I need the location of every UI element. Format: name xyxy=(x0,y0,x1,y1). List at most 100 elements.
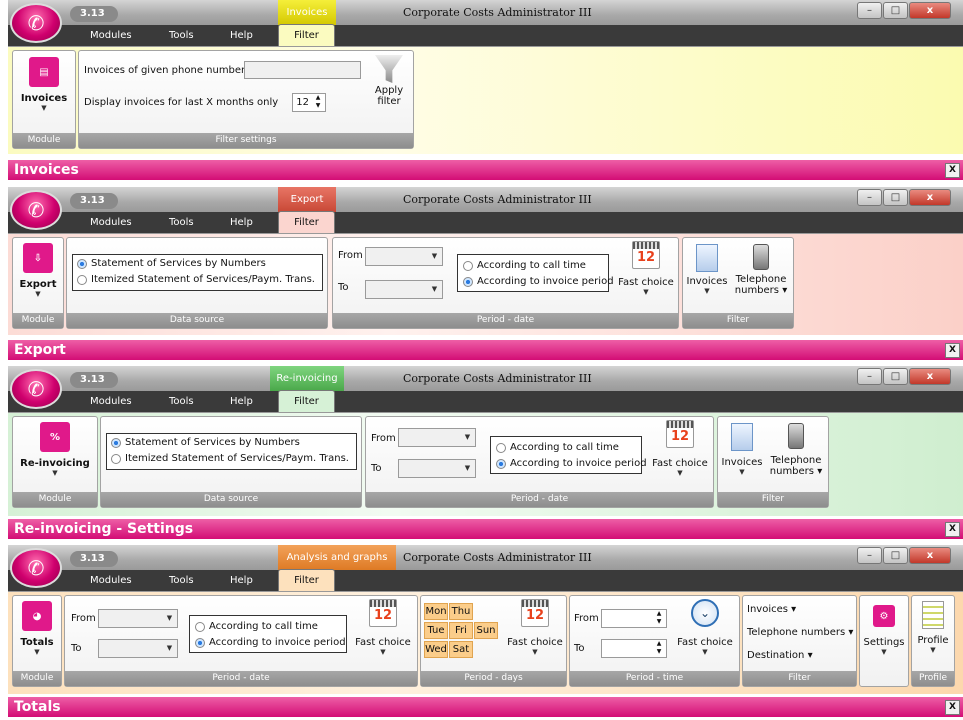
maximize-button[interactable]: □ xyxy=(883,189,908,206)
telephone-numbers-filter-button[interactable]: Telephone numbers ▾ xyxy=(766,423,826,477)
days-fast-choice-button[interactable]: 12 Fast choice ▼ xyxy=(505,599,565,657)
menu-help[interactable]: Help xyxy=(230,25,253,46)
minimize-button[interactable]: – xyxy=(857,368,882,385)
context-tab-invoices[interactable]: Invoices xyxy=(278,0,336,25)
module-group: ▤ Invoices ▼ Module xyxy=(12,50,76,149)
invoices-module-button[interactable]: ▤ Invoices ▼ xyxy=(15,57,73,113)
apply-filter-button[interactable]: Apply filter xyxy=(369,55,409,107)
app-orb-phone-icon[interactable]: ✆ xyxy=(10,190,62,230)
itemized-statement-radio[interactable]: Itemized Statement of Services/Paym. Tra… xyxy=(111,453,349,464)
menu-tools[interactable]: Tools xyxy=(169,212,194,233)
close-module-button[interactable]: X xyxy=(945,522,960,537)
chevron-down-icon: ▼ xyxy=(881,648,887,656)
module-group-label: Module xyxy=(13,492,97,507)
to-date-combo[interactable]: ▼ xyxy=(365,280,443,299)
menu-tools[interactable]: Tools xyxy=(169,391,194,412)
context-tab-reinvoicing[interactable]: Re-invoicing xyxy=(270,366,344,391)
profile-group-label: Profile xyxy=(912,671,954,686)
day-tue-toggle[interactable]: Tue xyxy=(424,622,448,639)
fast-choice-button[interactable]: 12 Fast choice ▼ xyxy=(617,241,675,297)
totals-window: Analysis and graphs Corporate Costs Admi… xyxy=(8,545,963,720)
menu-modules[interactable]: Modules xyxy=(90,25,132,46)
app-orb-phone-icon[interactable]: ✆ xyxy=(10,3,62,43)
app-orb-phone-icon[interactable]: ✆ xyxy=(10,369,62,409)
from-time-stepper[interactable]: ▲ ▼ xyxy=(601,609,667,628)
to-time-stepper[interactable]: ▲ ▼ xyxy=(601,639,667,658)
from-date-combo[interactable]: ▼ xyxy=(365,247,443,266)
fast-choice-button[interactable]: 12 Fast choice ▼ xyxy=(650,420,710,478)
close-module-button[interactable]: X xyxy=(945,343,960,358)
invoices-filter-dropdown[interactable]: Invoices ▾ xyxy=(747,604,796,615)
close-window-button[interactable]: x xyxy=(909,2,951,19)
menu-help[interactable]: Help xyxy=(230,570,253,591)
clock-icon: ⌄ xyxy=(691,599,719,627)
invoices-filter-button[interactable]: Invoices ▼ xyxy=(685,244,729,296)
day-fri-toggle[interactable]: Fri xyxy=(449,622,473,639)
stepper-arrows-icon[interactable]: ▲ ▼ xyxy=(653,640,665,656)
maximize-button[interactable]: □ xyxy=(883,547,908,564)
statement-by-numbers-radio[interactable]: Statement of Services by Numbers xyxy=(111,437,300,448)
tab-filter[interactable]: Filter xyxy=(278,24,335,46)
menu-tools[interactable]: Tools xyxy=(169,25,194,46)
export-module-button[interactable]: ⇩ Export ▼ xyxy=(14,243,62,299)
invoices-filter-button[interactable]: Invoices ▼ xyxy=(720,423,764,477)
day-sat-toggle[interactable]: Sat xyxy=(449,641,473,658)
settings-button[interactable]: ⚙ Settings ▼ xyxy=(861,601,907,657)
document-icon xyxy=(696,244,718,272)
from-date-combo[interactable]: ▼ xyxy=(98,609,178,628)
tab-filter[interactable]: Filter xyxy=(278,390,335,412)
from-date-combo[interactable]: ▼ xyxy=(398,428,476,447)
statement-by-numbers-radio[interactable]: Statement of Services by Numbers xyxy=(77,258,266,269)
itemized-statement-radio[interactable]: Itemized Statement of Services/Paym. Tra… xyxy=(77,274,315,285)
context-tab-export[interactable]: Export xyxy=(278,187,336,212)
day-mon-toggle[interactable]: Mon xyxy=(424,603,448,620)
close-module-button[interactable]: X xyxy=(945,700,960,715)
telephone-numbers-filter-button[interactable]: Telephone numbers ▾ xyxy=(731,244,791,296)
phone-number-input[interactable] xyxy=(244,61,361,79)
settings-group: ⚙ Settings ▼ xyxy=(859,595,909,687)
menu-modules[interactable]: Modules xyxy=(90,391,132,412)
months-stepper[interactable]: 12 ▲ ▼ xyxy=(292,93,326,112)
totals-module-button[interactable]: ◕ Totals ▼ xyxy=(14,601,60,657)
close-module-button[interactable]: X xyxy=(945,163,960,178)
call-time-radio[interactable]: According to call time xyxy=(496,442,619,453)
menu-help[interactable]: Help xyxy=(230,212,253,233)
menu-modules[interactable]: Modules xyxy=(90,570,132,591)
menu-modules[interactable]: Modules xyxy=(90,212,132,233)
tab-filter[interactable]: Filter xyxy=(278,211,335,233)
call-time-radio[interactable]: According to call time xyxy=(463,260,586,271)
invoice-period-radio[interactable]: According to invoice period xyxy=(195,637,346,648)
profile-button[interactable]: Profile ▼ xyxy=(913,601,953,655)
day-sun-toggle[interactable]: Sun xyxy=(474,622,498,639)
stepper-arrows-icon[interactable]: ▲ ▼ xyxy=(312,94,324,110)
stepper-arrows-icon[interactable]: ▲ ▼ xyxy=(653,610,665,626)
tab-filter[interactable]: Filter xyxy=(278,569,335,591)
period-date-label: Period - date xyxy=(333,313,678,328)
context-tab-analysis[interactable]: Analysis and graphs xyxy=(278,545,396,570)
day-thu-toggle[interactable]: Thu xyxy=(449,603,473,620)
maximize-button[interactable]: □ xyxy=(883,368,908,385)
maximize-button[interactable]: □ xyxy=(883,2,908,19)
telephone-numbers-filter-dropdown[interactable]: Telephone numbers ▾ xyxy=(747,627,853,638)
to-date-combo[interactable]: ▼ xyxy=(398,459,476,478)
minimize-button[interactable]: – xyxy=(857,189,882,206)
app-orb-phone-icon[interactable]: ✆ xyxy=(10,548,62,588)
to-date-combo[interactable]: ▼ xyxy=(98,639,178,658)
day-wed-toggle[interactable]: Wed xyxy=(424,641,448,658)
call-time-radio[interactable]: According to call time xyxy=(195,621,318,632)
time-fast-choice-button[interactable]: ⌄ Fast choice ▼ xyxy=(673,599,737,657)
minimize-button[interactable]: – xyxy=(857,547,882,564)
close-window-button[interactable]: x xyxy=(909,189,951,206)
reinvoicing-module-button[interactable]: % Re-invoicing ▼ xyxy=(15,422,95,478)
minimize-button[interactable]: – xyxy=(857,2,882,19)
invoice-period-radio[interactable]: According to invoice period xyxy=(496,458,647,469)
menu-tools[interactable]: Tools xyxy=(169,570,194,591)
invoice-period-radio[interactable]: According to invoice period xyxy=(463,276,614,287)
close-window-button[interactable]: x xyxy=(909,368,951,385)
fast-choice-button[interactable]: 12 Fast choice ▼ xyxy=(353,599,413,657)
menu-bar: Modules Tools Help xyxy=(8,570,963,591)
destination-filter-dropdown[interactable]: Destination ▾ xyxy=(747,650,813,661)
menu-help[interactable]: Help xyxy=(230,391,253,412)
app-title: Corporate Costs Administrator III xyxy=(403,193,592,206)
close-window-button[interactable]: x xyxy=(909,547,951,564)
